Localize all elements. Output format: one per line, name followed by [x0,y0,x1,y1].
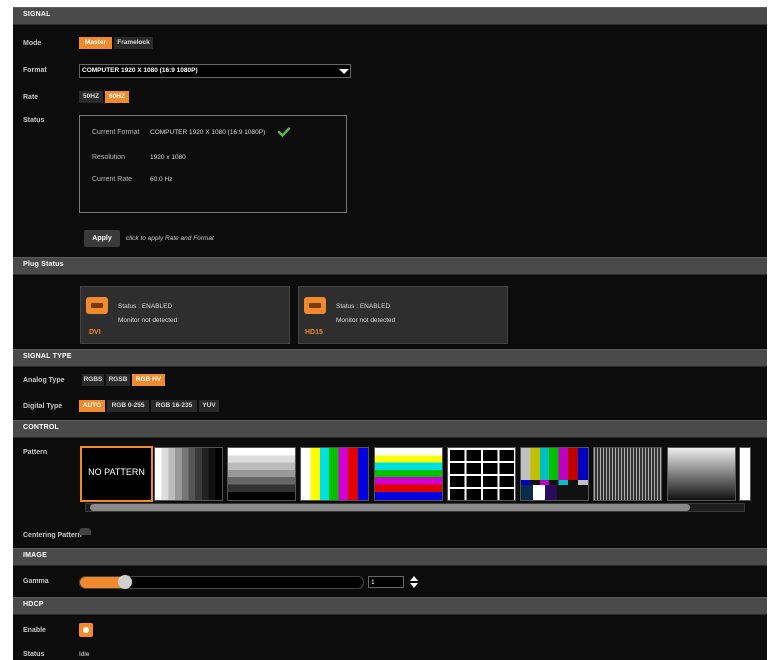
plug-name: DVI [89,329,101,336]
analog-type-label: Analog Type [23,377,65,384]
pattern-gradient-ramp[interactable] [667,447,736,501]
mode-master-button[interactable]: Master [79,37,112,49]
section-plug-status-header: Plug Status [13,257,767,275]
digital-auto-button[interactable]: AUTO [79,400,105,412]
rate-label: Rate [23,94,39,101]
section-title: CONTROL [23,424,60,431]
mode-label: Mode [23,40,42,47]
chevron-down-icon[interactable] [339,69,349,74]
status-label: Status [23,117,45,124]
apply-button[interactable]: Apply [84,230,120,247]
mode-framelock-button[interactable]: Framelock [114,37,153,49]
section-signal-type-header: SIGNAL TYPE [13,349,767,367]
pattern-gray-steps-vertical[interactable] [154,447,223,501]
pattern-color-bars-horizontal[interactable] [374,447,443,501]
pattern-gray-steps-horizontal[interactable] [227,447,296,501]
centering-pattern-toggle[interactable] [79,528,91,535]
format-label: Format [23,67,47,74]
format-select[interactable]: COMPUTER 1920 X 1080 (16:9 1080P) [79,64,351,78]
app-window: SIGNAL Mode Master Framelock Format COMP… [13,7,767,660]
digital-rgb-16-235-button[interactable]: RGB 16-235 [151,400,197,412]
section-control-header: CONTROL [13,420,767,438]
section-title: IMAGE [23,552,47,559]
digital-type-label: Digital Type [23,403,63,410]
section-title: HDCP [23,601,44,608]
pattern-smpte-color-bars[interactable] [520,447,589,501]
plug-name: HD15 [305,329,323,336]
hdcp-enable-checkbox[interactable] [79,623,93,637]
scrollbar-thumb[interactable] [90,504,690,511]
section-title: SIGNAL TYPE [23,353,72,360]
format-selected-value: COMPUTER 1920 X 1080 (16:9 1080P) [82,67,198,74]
hdcp-status-label: Status [23,651,45,658]
rate-50hz-button[interactable]: 50HZ [79,91,103,103]
plug-hd15-card: HD15 Status : ENABLED Monitor not detect… [298,286,508,344]
pattern-scrollbar[interactable] [85,503,745,512]
resolution-value: 1920 x 1080 [150,154,186,161]
plug-monitor: Monitor not detected [118,317,178,324]
hdcp-status-value: Idle [79,651,90,658]
analog-rgbhv-button[interactable]: RGB HV [132,374,165,386]
dvi-connector-icon [86,297,108,314]
plug-status: Status : ENABLED [336,303,391,310]
pattern-partial[interactable] [739,447,751,501]
section-hdcp-header: HDCP [13,597,767,615]
pattern-crosshatch-grid[interactable] [447,447,516,501]
check-icon [278,127,290,137]
current-format-label: Current Format [92,129,140,136]
resolution-label: Resolution [92,154,126,161]
no-pattern-label: NO PATTERN [88,467,145,477]
gamma-input[interactable] [368,576,404,588]
current-format-value: COMPUTER 1920 X 1080 (16:9 1080P) [150,129,266,136]
vga-connector-icon [304,297,326,314]
plug-dvi-card: DVI Status : ENABLED Monitor not detecte… [80,286,290,344]
centering-pattern-label: Centering Pattern [23,532,82,539]
current-rate-value: 60.0 Hz [150,176,173,183]
gamma-label: Gamma [23,578,49,585]
analog-rgsb-button[interactable]: RGSB [106,374,130,386]
section-title: SIGNAL [23,11,51,18]
hdcp-enable-label: Enable [23,627,46,634]
pattern-no-pattern[interactable]: NO PATTERN [80,446,153,502]
digital-yuv-button[interactable]: YUV [199,400,219,412]
gamma-slider[interactable] [79,575,364,589]
section-signal-header: SIGNAL [13,7,767,25]
plug-monitor: Monitor not detected [336,317,396,324]
signal-status-box: Current Format COMPUTER 1920 X 1080 (16:… [79,115,347,213]
pattern-label: Pattern [23,449,48,456]
rate-60hz-button[interactable]: 60HZ [105,91,129,103]
pattern-color-bars-vertical[interactable] [300,447,369,501]
analog-rgbs-button[interactable]: RGBS [82,374,104,386]
plug-status: Status : ENABLED [118,303,173,310]
section-title: Plug Status [23,261,64,268]
digital-rgb-0-255-button[interactable]: RGB 0-255 [107,400,149,412]
gamma-slider-handle[interactable] [118,575,132,589]
pattern-fine-vertical-lines[interactable] [593,447,662,501]
section-image-header: IMAGE [13,548,767,566]
current-rate-label: Current Rate [92,176,133,183]
apply-hint: click to apply Rate and Format [126,235,214,242]
stepper-icon[interactable] [409,575,419,589]
